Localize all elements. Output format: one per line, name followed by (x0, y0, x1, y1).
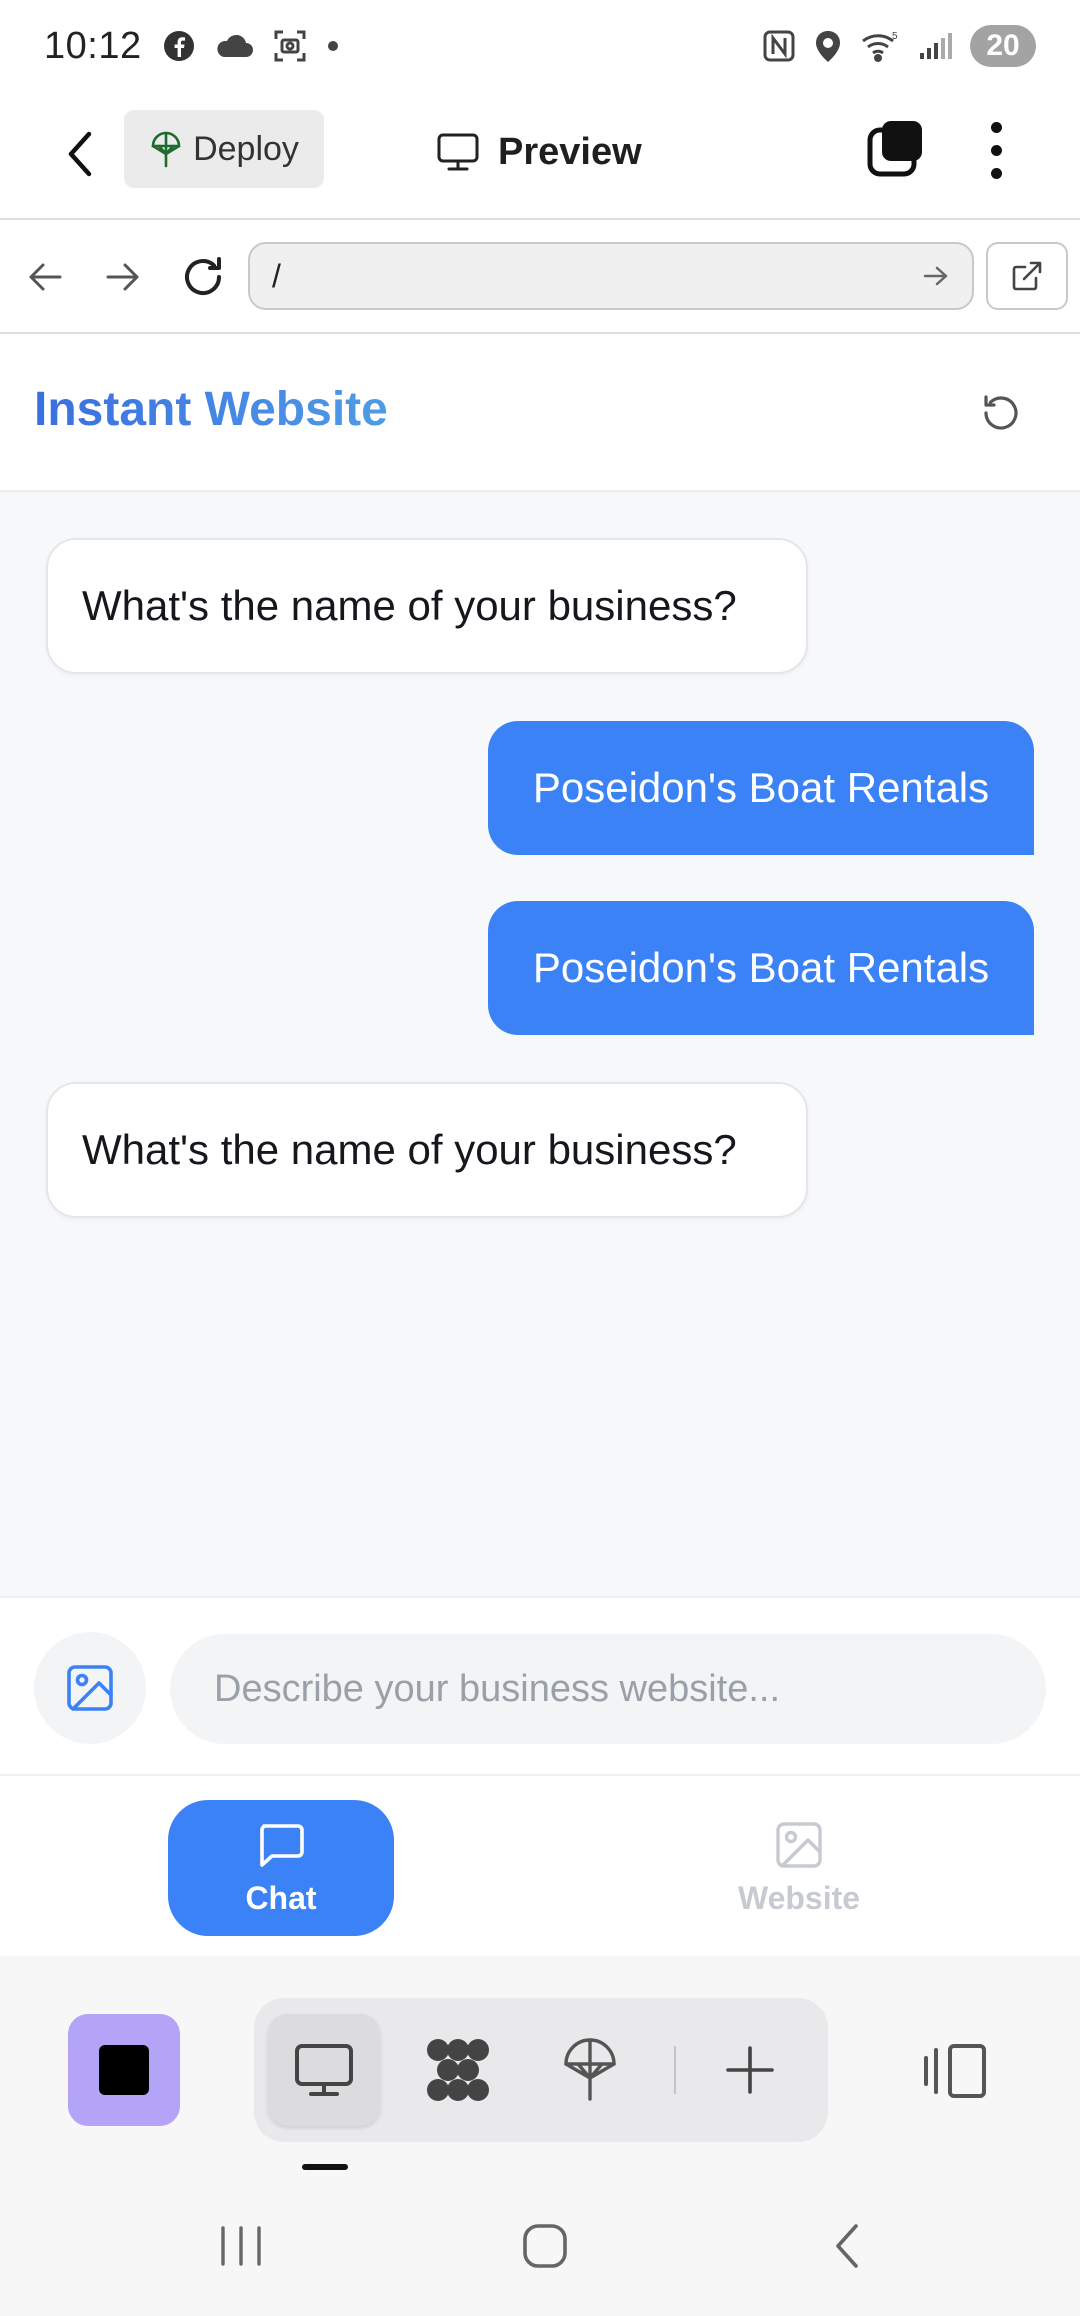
tabs-icon (867, 121, 922, 177)
tool-group (254, 1998, 828, 2142)
monitor-icon (436, 132, 480, 172)
reset-chat-button[interactable] (974, 386, 1028, 440)
back-button[interactable] (56, 122, 104, 186)
recent-apps-button[interactable] (196, 2212, 286, 2280)
deploy-icon (149, 130, 183, 168)
message-composer (0, 1596, 1080, 1776)
svg-text:5: 5 (892, 31, 898, 42)
cloud-icon (214, 31, 254, 61)
more-dot (990, 167, 1002, 179)
user-message: Poseidon's Boat Rentals (488, 901, 1034, 1035)
system-navigation-bar (0, 2176, 1080, 2316)
message-input[interactable] (170, 1634, 1046, 1744)
reset-icon (984, 395, 1018, 430)
status-system-icons: 5 20 (762, 25, 1036, 67)
facebook-icon (162, 29, 196, 63)
monitor-icon (295, 2044, 353, 2096)
recent-apps-icon (221, 2226, 261, 2266)
arrow-right-icon (106, 263, 139, 291)
system-back-button[interactable] (802, 2212, 892, 2280)
more-dot (990, 121, 1002, 133)
grid-blob-icon (427, 2039, 489, 2101)
image-icon (776, 1821, 822, 1868)
refresh-icon (185, 257, 221, 295)
user-message: Poseidon's Boat Rentals (488, 721, 1034, 855)
tool-divider (674, 2046, 676, 2094)
open-external-button[interactable] (986, 242, 1068, 310)
home-outline-icon (523, 2224, 567, 2268)
tab-chat[interactable]: Chat (168, 1800, 394, 1936)
url-text: / (272, 257, 281, 294)
app-toolbar: Deploy Preview (0, 92, 1080, 220)
more-options-button[interactable] (976, 118, 1016, 182)
stop-square-icon (99, 2045, 149, 2095)
external-link-icon (1012, 261, 1042, 291)
go-arrow-icon[interactable] (922, 264, 950, 288)
chat-messages: What's the name of your business? Poseid… (0, 492, 1080, 1596)
image-icon (67, 1665, 113, 1711)
side-panel-button[interactable] (920, 2036, 990, 2106)
location-icon (814, 29, 842, 63)
status-bar: 10:12 5 20 (0, 0, 1080, 92)
url-input[interactable]: / (248, 242, 974, 310)
refresh-button[interactable] (176, 250, 230, 304)
chevron-left-icon (68, 131, 92, 177)
tab-website[interactable]: Website (686, 1800, 912, 1936)
add-tool-button[interactable] (694, 2014, 806, 2126)
signal-icon (918, 31, 952, 61)
plus-icon (726, 2046, 774, 2094)
apps-tool-button[interactable] (402, 2014, 514, 2126)
chat-bubble-icon (260, 1823, 304, 1867)
active-tool-indicator (302, 2164, 348, 2170)
deploy-icon (564, 2038, 616, 2101)
deploy-button[interactable]: Deploy (124, 110, 324, 188)
bot-message: What's the name of your business? (46, 1082, 808, 1218)
tab-chat-label: Chat (245, 1879, 317, 1916)
site-title: Instant Website (34, 383, 388, 436)
site-header: Instant Website (0, 334, 1080, 492)
battery-indicator: 20 (970, 25, 1036, 67)
more-dot (990, 144, 1002, 156)
wifi-icon: 5 (860, 29, 900, 63)
preview-title: Preview (436, 120, 642, 184)
nfc-icon (762, 29, 796, 63)
browser-home-button[interactable] (68, 2014, 180, 2126)
tab-website-label: Website (737, 1879, 861, 1916)
preview-tool-button[interactable] (268, 2014, 380, 2126)
status-time: 10:12 (44, 24, 142, 67)
bot-message: What's the name of your business? (46, 538, 808, 674)
arrow-left-icon (29, 263, 62, 291)
browser-forward-button[interactable] (96, 250, 150, 304)
preview-label: Preview (498, 130, 642, 173)
status-notification-icons (162, 28, 340, 64)
app-tab-bar: Chat Website (0, 1776, 1080, 1956)
url-bar: / (0, 220, 1080, 334)
deploy-label: Deploy (193, 129, 299, 168)
attach-image-button[interactable] (34, 1632, 146, 1744)
side-panel-icon (924, 2044, 986, 2098)
dot-icon (326, 39, 340, 53)
screenshot-icon (272, 28, 308, 64)
tabs-button[interactable] (866, 118, 926, 178)
chevron-left-icon (836, 2224, 858, 2268)
browser-toolbar (0, 1956, 1080, 2176)
system-home-button[interactable] (500, 2212, 590, 2280)
deploy-tool-button[interactable] (534, 2014, 646, 2126)
browser-back-button[interactable] (18, 250, 72, 304)
